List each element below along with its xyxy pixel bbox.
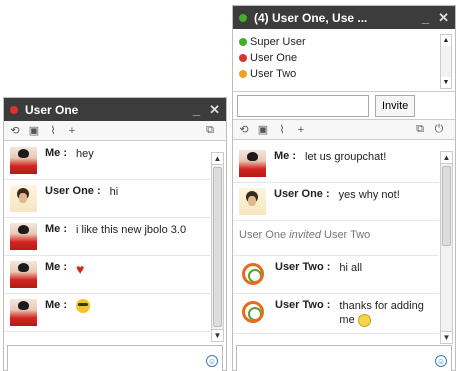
message-input[interactable]: ☺ bbox=[7, 345, 223, 371]
chat-window-titlebar[interactable]: User One _ ✕ bbox=[4, 98, 226, 121]
scroll-up-icon[interactable]: ▲ bbox=[441, 152, 452, 164]
message-sender: User One : bbox=[45, 185, 101, 197]
close-icon[interactable]: ✕ bbox=[438, 10, 449, 26]
message-sender: Me : bbox=[45, 299, 67, 311]
scroll-thumb[interactable] bbox=[442, 166, 451, 246]
smile-emoji-icon bbox=[357, 313, 371, 327]
avatar bbox=[239, 150, 266, 177]
message-row: Me : hey bbox=[4, 142, 210, 180]
message-text: hi all bbox=[339, 262, 363, 274]
member-name: Super User bbox=[250, 36, 306, 48]
history-icon[interactable]: ⟲ bbox=[8, 124, 22, 138]
member-scrollbar[interactable]: ▲ ▼ bbox=[440, 34, 452, 89]
notice-actor: User One bbox=[239, 229, 287, 241]
power-icon[interactable]: ⏻ bbox=[432, 123, 446, 137]
avatar bbox=[10, 185, 37, 212]
message-text: let us groupchat! bbox=[305, 151, 387, 163]
system-notice: User One invited User Two bbox=[233, 221, 439, 256]
scroll-down-icon[interactable]: ▼ bbox=[441, 331, 452, 343]
message-row: Me : i like this new jbolo 3.0 bbox=[4, 218, 210, 256]
member-item[interactable]: User One bbox=[239, 50, 449, 66]
chat-window-title: User One bbox=[25, 102, 79, 117]
member-name: User Two bbox=[250, 68, 297, 80]
avatar bbox=[10, 261, 37, 288]
close-icon[interactable]: ✕ bbox=[209, 102, 220, 118]
invite-row: Invite bbox=[233, 92, 455, 120]
popout-icon[interactable]: ⧉ bbox=[413, 123, 427, 137]
message-list: Me : let us groupchat! User One : yes wh… bbox=[233, 145, 439, 344]
clear-icon[interactable]: ⌇ bbox=[46, 124, 60, 138]
add-user-icon[interactable]: + bbox=[294, 123, 308, 137]
avatar bbox=[10, 147, 37, 174]
emoticon-icon[interactable]: ☺ bbox=[435, 355, 447, 367]
clear-icon[interactable]: ⌇ bbox=[275, 123, 289, 137]
message-row: Me : ♥ bbox=[4, 256, 210, 294]
save-icon[interactable]: ▣ bbox=[256, 123, 270, 137]
message-sender: Me : bbox=[45, 223, 67, 235]
add-user-icon[interactable]: + bbox=[65, 124, 79, 138]
status-online-icon bbox=[239, 38, 247, 46]
chat-toolbar: ⟲ ▣ ⌇ + ⧉ ⏻ bbox=[233, 120, 455, 140]
message-sender: User Two : bbox=[275, 299, 331, 311]
chat-window-titlebar[interactable]: (4) User One, Use ... _ ✕ bbox=[233, 6, 455, 29]
history-icon[interactable]: ⟲ bbox=[237, 123, 251, 137]
scroll-up-icon[interactable]: ▲ bbox=[212, 153, 223, 165]
message-row: User One : yes why not! bbox=[233, 183, 439, 221]
chat-window-group: (4) User One, Use ... _ ✕ Super User Use… bbox=[232, 5, 456, 371]
message-sender: User One : bbox=[274, 188, 330, 200]
member-item[interactable]: Super User bbox=[239, 34, 449, 50]
minimize-icon[interactable]: _ bbox=[422, 10, 429, 25]
sunglasses-emoji-icon bbox=[76, 299, 90, 313]
status-away-icon bbox=[239, 70, 247, 78]
message-row: User One : hi bbox=[4, 180, 210, 218]
message-sender: Me : bbox=[45, 147, 67, 159]
chat-window-user-one: User One _ ✕ ⟲ ▣ ⌇ + ⧉ Me : hey User One… bbox=[3, 97, 227, 371]
member-item[interactable]: User Two bbox=[239, 66, 449, 82]
message-sender: Me : bbox=[45, 261, 67, 273]
status-busy-icon bbox=[10, 105, 18, 114]
save-icon[interactable]: ▣ bbox=[27, 124, 41, 138]
avatar bbox=[239, 188, 266, 215]
message-text-content: thanks for adding me bbox=[339, 300, 424, 326]
member-name: User One bbox=[250, 52, 298, 64]
chat-toolbar: ⟲ ▣ ⌇ + ⧉ bbox=[4, 121, 226, 141]
scroll-down-icon[interactable]: ▼ bbox=[441, 77, 451, 88]
emoticon-icon[interactable]: ☺ bbox=[206, 355, 218, 367]
minimize-icon[interactable]: _ bbox=[193, 102, 200, 117]
member-list: Super User User One User Two ▲ ▼ bbox=[233, 29, 455, 92]
scroll-thumb[interactable] bbox=[213, 167, 222, 327]
avatar bbox=[242, 301, 264, 323]
scroll-down-icon[interactable]: ▼ bbox=[212, 329, 223, 341]
message-text: thanks for adding me bbox=[339, 299, 433, 327]
status-online-icon bbox=[239, 13, 247, 22]
message-scrollbar[interactable]: ▲ ▼ bbox=[211, 152, 224, 342]
heart-emoji-icon: ♥ bbox=[76, 261, 85, 277]
message-sender: Me : bbox=[274, 150, 296, 162]
message-text: i like this new jbolo 3.0 bbox=[76, 224, 187, 236]
message-row: Me : let us groupchat! bbox=[233, 145, 439, 183]
status-busy-icon bbox=[239, 54, 247, 62]
scroll-up-icon[interactable]: ▲ bbox=[441, 35, 451, 46]
avatar bbox=[242, 263, 264, 285]
message-list: Me : hey User One : hi Me : i like this … bbox=[4, 142, 210, 342]
popout-icon[interactable]: ⧉ bbox=[203, 124, 217, 138]
message-sender: User Two : bbox=[275, 261, 331, 273]
message-text: yes why not! bbox=[338, 189, 400, 201]
message-text: hey bbox=[76, 148, 94, 160]
avatar bbox=[10, 223, 37, 250]
invite-button[interactable]: Invite bbox=[375, 94, 416, 117]
invite-input[interactable] bbox=[237, 94, 369, 117]
notice-verb: invited bbox=[289, 229, 321, 241]
message-input[interactable]: ☺ bbox=[236, 345, 452, 371]
chat-window-title: (4) User One, Use ... bbox=[254, 10, 368, 25]
notice-target: User Two bbox=[324, 229, 371, 241]
message-text: hi bbox=[109, 186, 119, 198]
message-row: User Two : thanks for adding me bbox=[233, 294, 439, 334]
message-row: Me : bbox=[4, 294, 210, 332]
message-scrollbar[interactable]: ▲ ▼ bbox=[440, 151, 453, 344]
avatar bbox=[10, 299, 37, 326]
message-row: User Two : hi all bbox=[233, 256, 439, 294]
